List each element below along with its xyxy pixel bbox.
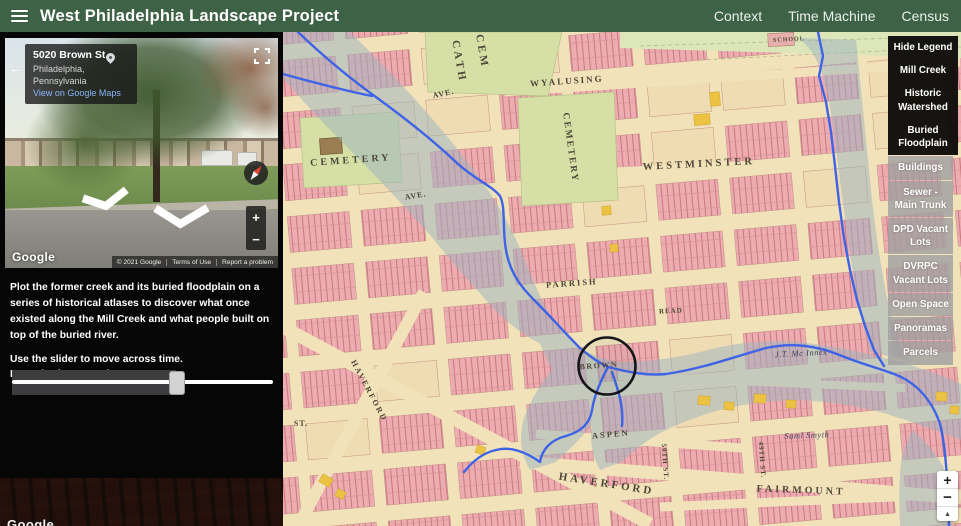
terms-of-use-link[interactable]: Terms of Use (166, 259, 216, 266)
legend-button-parcels[interactable]: Parcels (888, 341, 953, 364)
street-view-attribution: © 2021 Google Terms of Use Report a prob… (112, 256, 278, 268)
app-header: West Philadelphia Landscape Project Cont… (0, 0, 961, 32)
legend-button-mill-creek[interactable]: Mill Creek (888, 59, 958, 82)
legend-button-historic-watershed[interactable]: Historic Watershed (888, 82, 958, 118)
highlight-circle (579, 338, 636, 395)
street-view-panorama[interactable]: ← 5020 Brown St Philadelphia, Pennsylvan… (5, 38, 278, 268)
nav-item-census[interactable]: Census (902, 8, 949, 24)
panel-description: Plot the former creek and its buried flo… (10, 280, 273, 344)
scroll-up-arrow[interactable]: ▲ (937, 507, 958, 521)
legend-button-dvrpc-vacant-lots[interactable]: DVRPC Vacant Lots (888, 255, 953, 291)
historical-map[interactable]: CEMETERYCATHCEMWYALUSINGCEMETERYWESTMINS… (283, 32, 961, 526)
legend-button-buildings[interactable]: Buildings (888, 156, 953, 179)
app-window: CEMETERYCATHCEMWYALUSINGCEMETERYWESTMINS… (0, 0, 961, 526)
street-view-zoom-out-button[interactable]: − (246, 228, 266, 250)
report-problem-link[interactable]: Report a problem (216, 259, 278, 266)
page-title: West Philadelphia Landscape Project (40, 7, 339, 26)
legend-button-sewer-main-trunk[interactable]: Sewer - Main Trunk (888, 181, 953, 217)
fullscreen-icon[interactable] (254, 48, 270, 64)
legend-button-open-space[interactable]: Open Space (888, 293, 953, 316)
left-sidebar: ← 5020 Brown St Philadelphia, Pennsylvan… (0, 32, 283, 526)
map-zoom-in-button[interactable]: + (937, 471, 958, 489)
view-on-google-maps-link[interactable]: View on Google Maps (33, 87, 129, 101)
hamburger-menu-button[interactable] (0, 0, 38, 32)
time-slider-thumb[interactable] (169, 371, 185, 395)
street-view-address-card: 5020 Brown St Philadelphia, Pennsylvania… (25, 44, 137, 104)
legend-button-buried-floodplain[interactable]: Buried Floodplain (888, 119, 958, 155)
header-nav: Context Time Machine Census (714, 8, 961, 24)
nav-item-context[interactable]: Context (714, 8, 762, 24)
google-watermark: Google (7, 517, 54, 526)
hamburger-icon (11, 10, 28, 22)
address-subtitle: Philadelphia, Pennsylvania (33, 63, 129, 87)
street-view-back-arrow[interactable]: ← (9, 60, 23, 76)
copyright-text: © 2021 Google (112, 259, 166, 266)
time-slider-track[interactable] (12, 380, 273, 384)
legend-button-hide-legend[interactable]: Hide Legend (888, 36, 958, 59)
nav-item-time-machine[interactable]: Time Machine (788, 8, 875, 24)
layer-legend: Hide LegendMill CreekHistoric WatershedB… (888, 36, 958, 365)
map-label-saml-smyth: Saml Smyth (784, 429, 829, 441)
street-view-zoom-in-button[interactable]: + (246, 206, 266, 228)
street-view-zoom-control: + − (246, 206, 266, 250)
time-slider[interactable] (12, 370, 273, 395)
slider-instruction: Use the slider to move across time. (10, 352, 273, 367)
google-logo: Google (12, 250, 55, 264)
map-zoom-out-button[interactable]: − (937, 489, 958, 507)
legend-button-dpd-vacant-lots[interactable]: DPD Vacant Lots (888, 218, 953, 254)
map-label-st: ST. (294, 419, 308, 428)
historical-map-container: CEMETERYCATHCEMWYALUSINGCEMETERYWESTMINS… (283, 32, 961, 526)
compass-icon[interactable] (243, 160, 269, 186)
map-zoom-control: + − ▲ (937, 471, 958, 521)
map-label-read: READ (659, 306, 683, 315)
legend-button-panoramas[interactable]: Panoramas (888, 317, 953, 340)
